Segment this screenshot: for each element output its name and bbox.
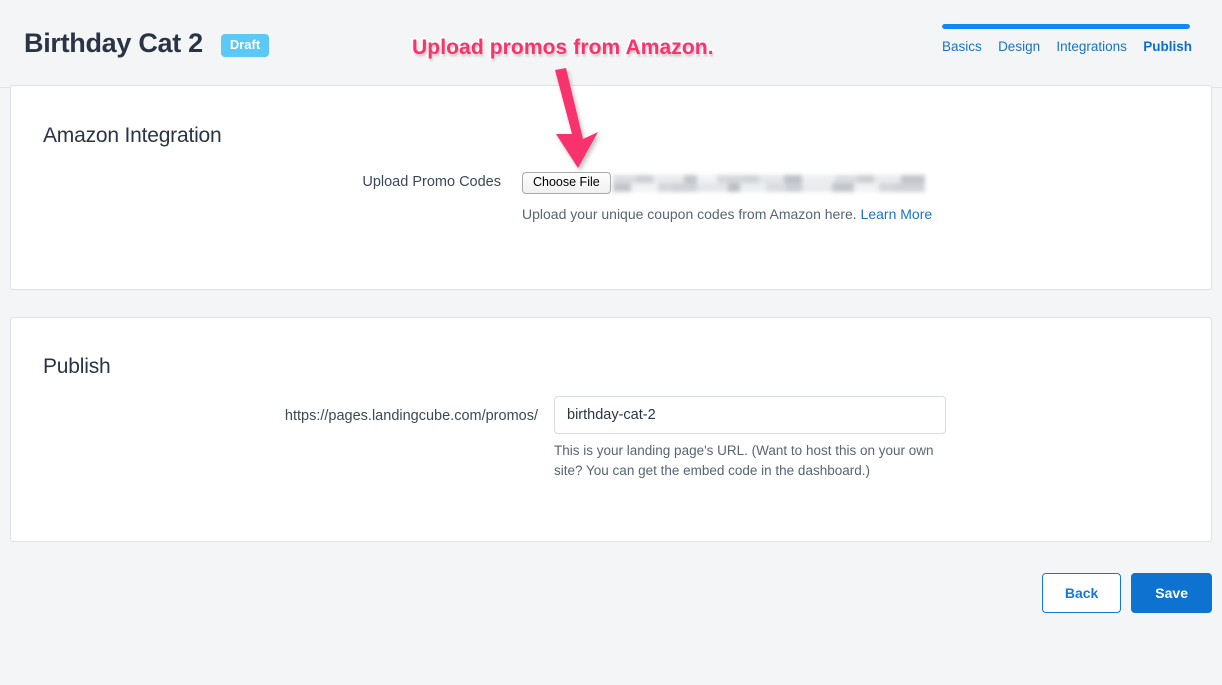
back-button[interactable]: Back — [1041, 573, 1122, 613]
amazon-integration-card: Amazon Integration Upload Promo Codes Ch… — [10, 85, 1212, 290]
tab-publish[interactable]: Publish — [1143, 39, 1192, 54]
upload-promo-codes-label: Upload Promo Codes — [362, 174, 501, 190]
redaction-row — [612, 174, 925, 183]
tab-design[interactable]: Design — [998, 39, 1040, 54]
file-upload-control: Choose File Upload your unique coupon co… — [522, 172, 942, 225]
tab-integrations[interactable]: Integrations — [1056, 39, 1127, 54]
step-navigation: Basics Design Integrations Publish — [942, 24, 1192, 54]
learn-more-link[interactable]: Learn More — [861, 206, 933, 222]
title-group: Birthday Cat 2 Draft — [24, 27, 270, 59]
progress-bar-fill — [942, 24, 1190, 29]
url-prefix-label: https://pages.landingcube.com/promos/ — [284, 408, 538, 424]
progress-bar-track — [942, 24, 1190, 29]
redaction-row — [612, 183, 925, 192]
status-badge: Draft — [220, 33, 270, 57]
redacted-file-name — [612, 174, 925, 192]
tab-basics[interactable]: Basics — [942, 39, 982, 54]
landing-page-url-row: https://pages.landingcube.com/promos/ Th… — [11, 396, 1211, 481]
choose-file-button[interactable]: Choose File — [522, 172, 611, 194]
file-input-line[interactable]: Choose File — [522, 172, 942, 194]
upload-promo-codes-row: Upload Promo Codes Choose File Upload yo… — [11, 172, 1211, 225]
publish-card: Publish https://pages.landingcube.com/pr… — [10, 317, 1212, 542]
annotation-label: Upload promos from Amazon. — [411, 35, 716, 61]
amazon-card-heading: Amazon Integration — [43, 124, 222, 147]
nav-tabs: Basics Design Integrations Publish — [942, 39, 1192, 54]
url-help-text: This is your landing page's URL. (Want t… — [554, 443, 934, 478]
url-control: This is your landing page's URL. (Want t… — [554, 396, 946, 481]
page-slug-input[interactable] — [554, 396, 946, 434]
upload-help-text: Upload your unique coupon codes from Ama… — [522, 204, 942, 225]
publish-card-heading: Publish — [43, 355, 111, 378]
save-button[interactable]: Save — [1131, 573, 1212, 613]
footer-actions: Back Save — [1041, 573, 1212, 613]
page-title: Birthday Cat 2 — [24, 28, 203, 58]
upload-help-sentence: Upload your unique coupon codes from Ama… — [522, 206, 857, 222]
